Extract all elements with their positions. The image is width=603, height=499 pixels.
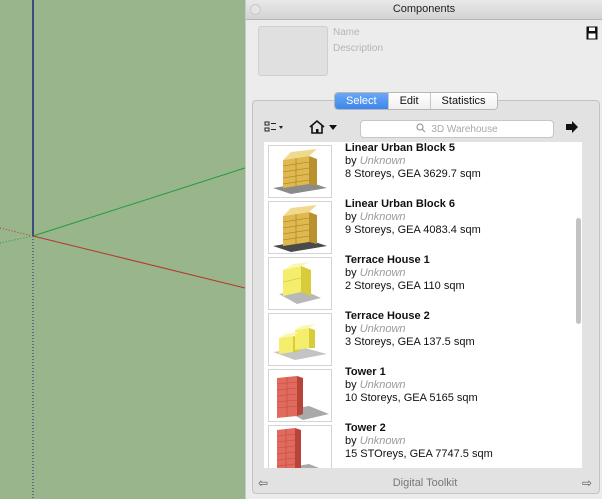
name-field[interactable]: Name <box>333 27 360 38</box>
red-axis <box>32 235 245 289</box>
item-author: by Unknown <box>345 155 406 167</box>
tab-bar: Select Edit Statistics <box>334 92 498 110</box>
list-item[interactable]: Linear Urban Block 6 by Unknown 9 Storey… <box>264 198 582 254</box>
search-placeholder: 3D Warehouse <box>431 123 498 135</box>
item-title: Terrace House 1 <box>345 254 430 266</box>
list-item[interactable]: Linear Urban Block 5 by Unknown 8 Storey… <box>264 142 582 198</box>
item-description: 10 Storeys, GEA 5165 sqm <box>345 392 478 404</box>
home-icon[interactable] <box>307 119 341 139</box>
modeling-viewport[interactable] <box>0 0 245 499</box>
item-author: by Unknown <box>345 379 406 391</box>
collection-footer: ⇦ Digital Toolkit ⇨ <box>252 474 598 492</box>
item-author: by Unknown <box>345 435 406 447</box>
item-title: Tower 2 <box>345 422 386 434</box>
item-description: 3 Storeys, GEA 137.5 sqm <box>345 336 475 348</box>
close-icon[interactable] <box>250 4 261 15</box>
panel-title: Components <box>392 3 456 15</box>
item-title: Linear Urban Block 6 <box>345 198 456 210</box>
back-arrow-icon[interactable]: ⇦ <box>258 474 268 492</box>
green-axis-negative <box>0 235 34 244</box>
tower-thumbnail <box>268 425 332 468</box>
item-title: Tower 1 <box>345 366 386 378</box>
red-axis-negative <box>0 227 34 237</box>
terrace-house-thumbnail <box>268 313 332 366</box>
forward-arrow-icon[interactable]: ⇨ <box>582 474 592 492</box>
item-title: Linear Urban Block 5 <box>345 142 456 154</box>
list-item[interactable]: Tower 2 by Unknown 15 STOreys, GEA 7747.… <box>264 422 582 468</box>
item-description: 9 Storeys, GEA 4083.4 sqm <box>345 224 481 236</box>
search-icon <box>416 122 426 136</box>
item-description: 2 Storeys, GEA 110 sqm <box>345 280 465 292</box>
item-author: by Unknown <box>345 323 406 335</box>
collection-name[interactable]: Digital Toolkit <box>393 477 458 489</box>
component-list[interactable]: Linear Urban Block 5 by Unknown 8 Storey… <box>264 142 582 468</box>
search-input[interactable]: 3D Warehouse <box>360 120 554 138</box>
details-arrow-icon[interactable] <box>564 120 580 138</box>
item-description: 8 Storeys, GEA 3629.7 sqm <box>345 168 481 180</box>
item-description: 15 STOreys, GEA 7747.5 sqm <box>345 448 493 460</box>
urban-block-thumbnail <box>268 145 332 198</box>
view-options-icon[interactable] <box>264 120 286 138</box>
green-axis <box>32 167 245 237</box>
terrace-house-thumbnail <box>268 257 332 310</box>
tower-thumbnail <box>268 369 332 422</box>
description-field[interactable]: Description <box>333 43 383 54</box>
axes-drawing <box>0 0 245 499</box>
item-title: Terrace House 2 <box>345 310 430 322</box>
urban-block-thumbnail <box>268 201 332 254</box>
item-author: by Unknown <box>345 267 406 279</box>
tab-select[interactable]: Select <box>335 93 389 109</box>
save-icon[interactable] <box>586 26 598 41</box>
panel-titlebar: Components <box>246 0 602 20</box>
list-item[interactable]: Terrace House 1 by Unknown 2 Storeys, GE… <box>264 254 582 310</box>
list-item[interactable]: Tower 1 by Unknown 10 Storeys, GEA 5165 … <box>264 366 582 422</box>
component-preview <box>258 26 328 76</box>
components-panel: Components Name Description Select Edit … <box>245 0 602 499</box>
list-scrollbar[interactable] <box>576 218 581 324</box>
list-item[interactable]: Terrace House 2 by Unknown 3 Storeys, GE… <box>264 310 582 366</box>
tab-statistics[interactable]: Statistics <box>430 93 497 109</box>
item-author: by Unknown <box>345 211 406 223</box>
tab-edit[interactable]: Edit <box>388 93 431 109</box>
